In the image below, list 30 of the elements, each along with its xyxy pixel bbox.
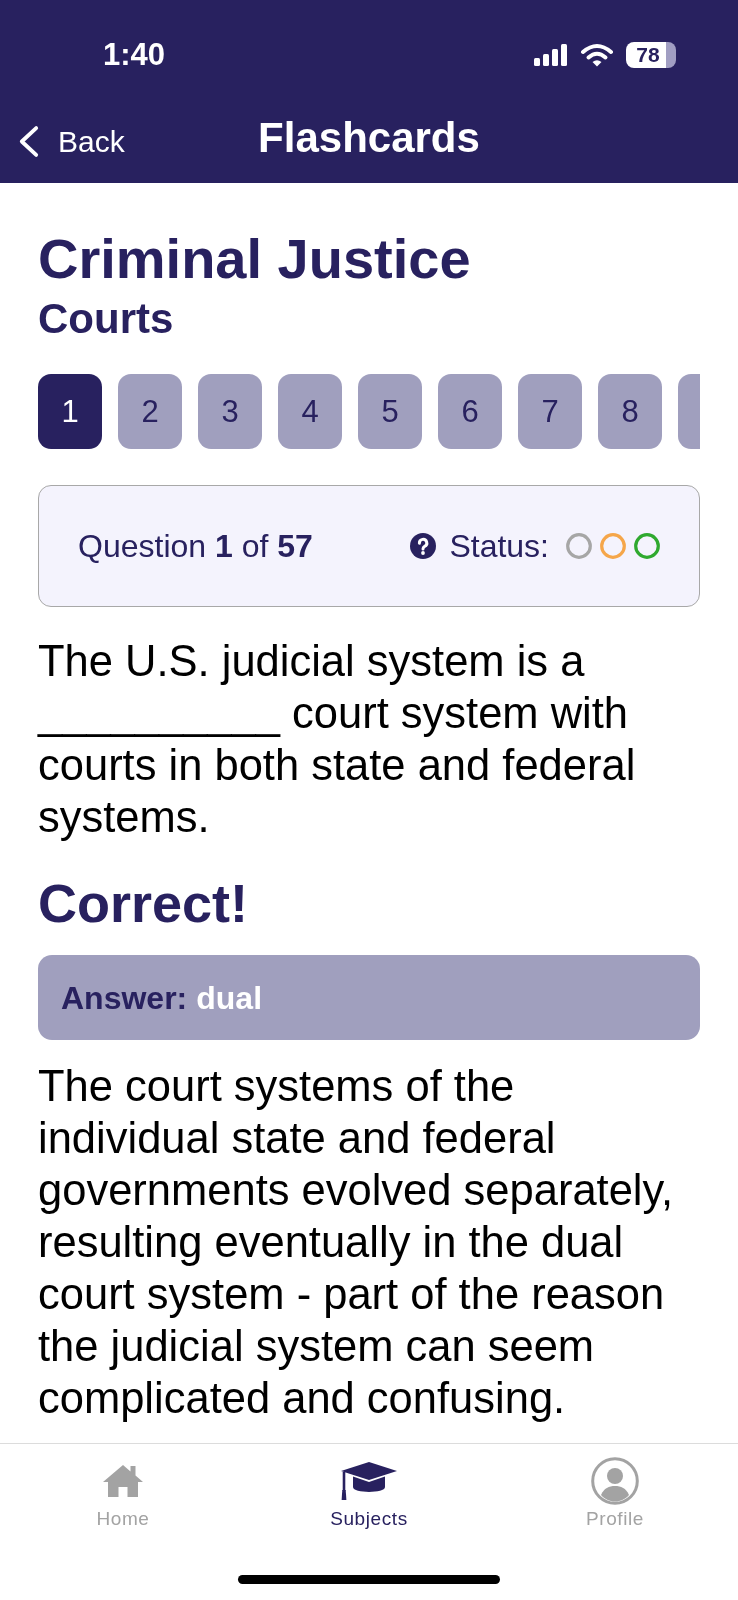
home-icon [102,1464,144,1498]
battery-indicator: 78 [626,42,676,68]
question-pill[interactable]: 3 [198,374,262,449]
tab-bar-item[interactable]: Subjects [330,1457,408,1530]
answer-value: dual [196,978,263,1017]
question-pill[interactable]: 6 [438,374,502,449]
result-heading: Correct! [38,873,250,933]
question-pill[interactable]: 5 [358,374,422,449]
subject-title: Criminal Justice [38,227,472,291]
status-time: 1:40 [103,37,166,73]
question-counter: Question 1 of 57 [78,527,313,565]
topic-subtitle: Courts [38,295,175,343]
wifi-icon [580,43,614,67]
question-pill[interactable]: 1 [38,374,102,449]
graduation-cap-icon [340,1461,398,1501]
answer-label: Answer: [61,978,188,1017]
help-icon[interactable] [410,533,437,559]
chevron-left-icon [17,125,40,158]
signal-icon [534,44,568,66]
explanation-text: The court systems of the individual state and federal governments evolved separately, resulting eventually in the dual court system - part of the reason the judicial system can seem complicated and confusing. [38,1061,675,1424]
question-pill[interactable]: 2 [118,374,182,449]
question-pill[interactable]: 7 [518,374,582,449]
screen-title: Flashcards [258,112,480,163]
back-button[interactable]: Back [17,123,125,160]
question-pill[interactable]: 8 [598,374,662,449]
status-label: Status: [449,527,549,565]
question-pill[interactable] [678,374,700,449]
person-circle-icon [591,1457,639,1505]
question-pill[interactable]: 4 [278,374,342,449]
question-text: The U.S. judicial system is a __________ court system with courts in both state and federal systems. [38,636,637,843]
